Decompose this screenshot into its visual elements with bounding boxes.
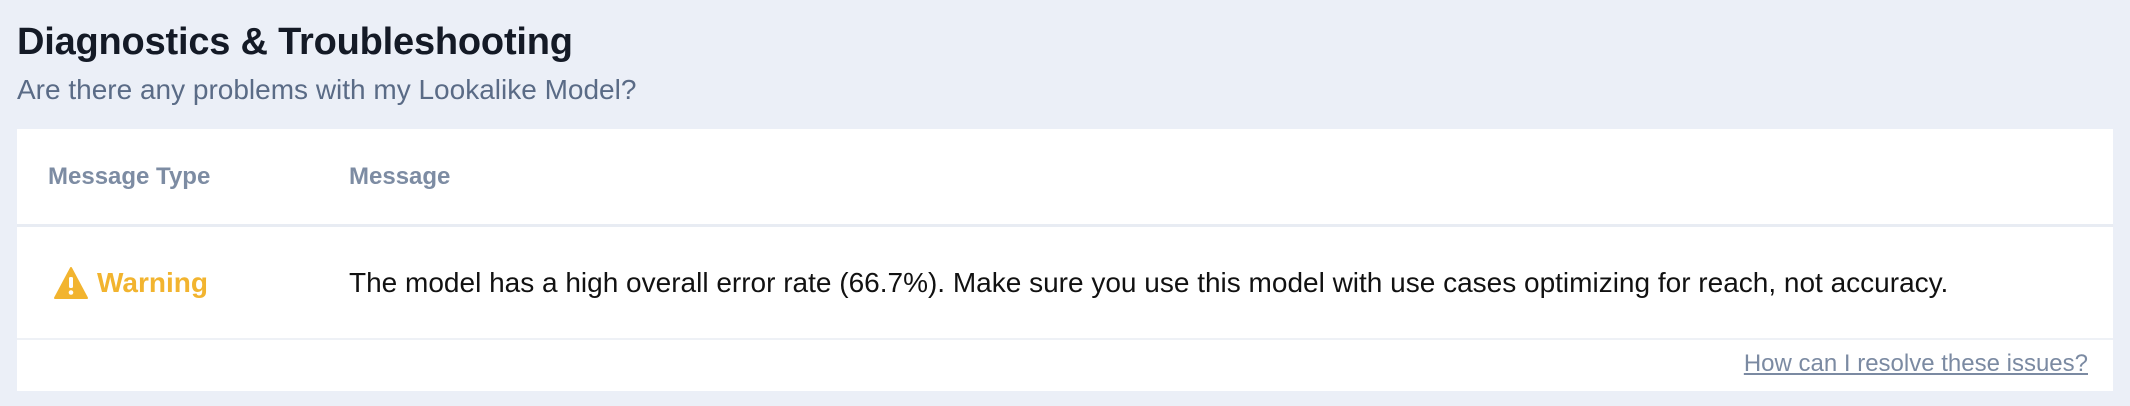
table-header: Message Type Message (17, 129, 2113, 227)
message-type-cell: Warning (17, 266, 349, 300)
message-text: The model has a high overall error rate … (349, 266, 1949, 298)
card-footer: How can I resolve these issues? (17, 340, 2113, 388)
diagnostics-card: Message Type Message Warning The model h… (17, 129, 2113, 391)
page-title: Diagnostics & Troubleshooting (17, 21, 573, 63)
column-header-message: Message (349, 162, 451, 190)
warning-icon (53, 266, 89, 300)
page-subtitle: Are there any problems with my Lookalike… (17, 74, 637, 105)
diagnostics-section: Diagnostics & Troubleshooting Are there … (0, 0, 2130, 406)
warning-label: Warning (97, 266, 208, 298)
resolve-issues-link[interactable]: How can I resolve these issues? (1744, 350, 2088, 378)
column-header-message-type: Message Type (48, 162, 211, 190)
table-row: Warning The model has a high overall err… (17, 227, 2113, 340)
